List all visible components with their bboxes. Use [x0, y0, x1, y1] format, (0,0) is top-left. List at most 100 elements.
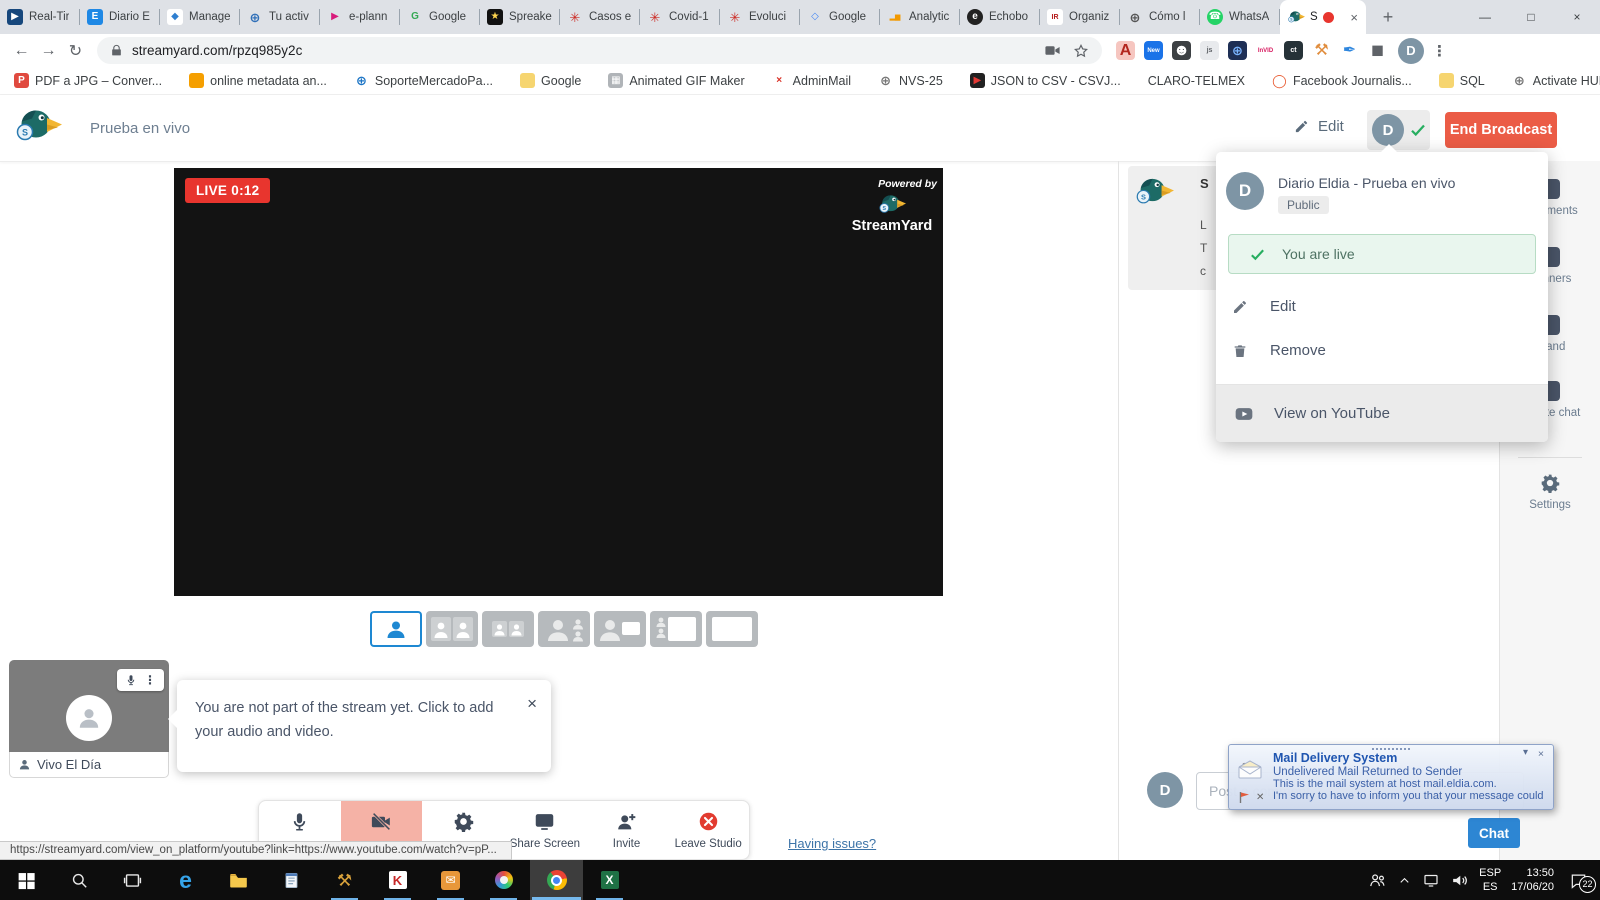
tooltip-close-icon[interactable]: × — [527, 690, 537, 718]
layout-two-small-button[interactable] — [482, 611, 534, 647]
layout-two-up-button[interactable] — [426, 611, 478, 647]
taskbar-tools-icon[interactable]: ⚒ — [318, 860, 371, 900]
sidebar-item-settings[interactable]: Settings — [1500, 473, 1600, 512]
minimize-button[interactable]: — — [1462, 0, 1508, 34]
taskbar-outlook-icon[interactable]: ✉ — [424, 860, 477, 900]
browser-tab[interactable]: ⊕Cómo l — [1120, 0, 1200, 34]
browser-tab[interactable]: GGoogle — [400, 0, 480, 34]
bookmark-star-icon[interactable] — [1073, 43, 1089, 59]
tab-media-camera-icon[interactable] — [1044, 42, 1061, 59]
bookmark-item[interactable]: CLARO-TELMEX — [1148, 74, 1245, 88]
browser-tab[interactable]: EDiario E — [80, 0, 160, 34]
browser-tab[interactable]: ▶Real-Tir — [0, 0, 80, 34]
taskbar-notepad-icon[interactable] — [265, 860, 318, 900]
drag-handle[interactable] — [1372, 748, 1410, 750]
taskbar-excel-icon[interactable]: X — [583, 860, 636, 900]
ct-extension-icon[interactable]: ct — [1284, 41, 1303, 60]
new-badge-extension-icon[interactable]: New — [1144, 41, 1163, 60]
bookmark-item[interactable]: PPDF a JPG – Conver... — [14, 73, 162, 88]
browser-tab[interactable]: ✳Evoluci — [720, 0, 800, 34]
puzzle-extension-icon[interactable]: ◼ — [1368, 41, 1387, 60]
browser-tab-active[interactable]: S S × — [1280, 0, 1366, 34]
browser-tab[interactable]: ⊕Tu activ — [240, 0, 320, 34]
js-tool-extension-icon[interactable]: js — [1200, 41, 1219, 60]
layout-solo-button[interactable] — [370, 611, 422, 647]
bookmark-item[interactable]: ▶JSON to CSV - CSVJ... — [970, 73, 1121, 88]
mail-notification-popup[interactable]: Mail Delivery System Undelivered Mail Re… — [1228, 744, 1554, 810]
browser-tab[interactable]: ✳Casos e — [560, 0, 640, 34]
leave-studio-button[interactable]: Leave Studio — [667, 801, 749, 859]
dropdown-view-on-youtube-item[interactable]: View on YouTube — [1216, 385, 1548, 442]
browser-tab[interactable]: ✳Covid-1 — [640, 0, 720, 34]
bookmark-item[interactable]: ⊕SoporteMercadoPa... — [354, 73, 493, 88]
reload-button[interactable]: ↻ — [62, 41, 89, 61]
layout-full-button[interactable] — [706, 611, 758, 647]
close-button[interactable]: × — [1554, 0, 1600, 34]
hammer-extension-icon[interactable]: ⚒ — [1312, 41, 1331, 60]
chat-send-button[interactable]: Chat — [1468, 818, 1520, 848]
browser-tab[interactable]: ◆Manage — [160, 0, 240, 34]
bookmark-item[interactable]: ⊕Activate HUD — [1512, 73, 1600, 88]
taskbar-task-view-icon[interactable] — [106, 860, 159, 900]
layout-speaker-pip-button[interactable] — [594, 611, 646, 647]
adobe-pdf-extension-icon[interactable]: A — [1116, 41, 1135, 60]
bookmark-item[interactable]: ⊕NVS-25 — [878, 73, 943, 88]
end-broadcast-button[interactable]: End Broadcast — [1445, 112, 1557, 148]
layout-strip-left-button[interactable] — [650, 611, 702, 647]
destination-status-button[interactable]: D — [1367, 110, 1430, 150]
bookmark-item[interactable]: SQL — [1439, 73, 1485, 88]
browser-tab[interactable]: eEchobo — [960, 0, 1040, 34]
taskbar-search-icon[interactable] — [53, 860, 106, 900]
bookmark-item[interactable]: ×AdminMail — [772, 73, 851, 88]
browser-tab[interactable]: IROrganiz — [1040, 0, 1120, 34]
bookmark-item[interactable]: ◯Facebook Journalis... — [1272, 73, 1412, 88]
feather-extension-icon[interactable]: ✒ — [1340, 41, 1359, 60]
invid-extension-icon[interactable]: InVID — [1256, 41, 1275, 60]
browser-tab[interactable]: ★Spreake — [480, 0, 560, 34]
dropdown-edit-item[interactable]: Edit — [1232, 298, 1296, 315]
taskbar-edge-icon[interactable]: e — [159, 860, 212, 900]
new-tab-button[interactable]: + — [1374, 3, 1402, 31]
maximize-button[interactable]: □ — [1508, 0, 1554, 34]
action-center-icon[interactable]: 22 — [1569, 872, 1588, 889]
browser-tab[interactable]: ◇Google — [800, 0, 880, 34]
share-screen-button[interactable]: Share Screen — [504, 801, 586, 859]
invite-button[interactable]: Invite — [586, 801, 668, 859]
taskbar-chrome-icon[interactable] — [530, 860, 583, 900]
participant-video-thumbnail[interactable]: ⋮ — [9, 660, 169, 752]
crosshair-extension-icon[interactable]: ⊕ — [1228, 41, 1247, 60]
browser-tab[interactable]: ☎WhatsA — [1200, 0, 1280, 34]
mail-sender[interactable]: Mail Delivery System — [1273, 751, 1397, 765]
browser-tab[interactable]: ▶e-plann — [320, 0, 400, 34]
forward-button[interactable]: → — [35, 42, 62, 60]
flag-icon[interactable] — [1239, 791, 1250, 804]
network-icon[interactable] — [1422, 871, 1440, 889]
volume-icon[interactable] — [1450, 871, 1469, 890]
tab-close-icon[interactable]: × — [1350, 10, 1358, 25]
participant-menu-icon[interactable]: ⋮ — [144, 673, 156, 687]
bookmark-item[interactable]: ▦Animated GIF Maker — [608, 73, 744, 88]
back-button[interactable]: ← — [8, 42, 35, 60]
taskbar-file-explorer-icon[interactable] — [212, 860, 265, 900]
omnibox[interactable]: streamyard.com/rpzq985y2c — [97, 37, 1102, 64]
browser-tab[interactable]: ▂▆Analytic — [880, 0, 960, 34]
people-icon[interactable] — [1368, 871, 1387, 890]
bookmark-item[interactable]: Google — [520, 73, 581, 88]
clock[interactable]: 13:50 17/06/20 — [1511, 866, 1554, 895]
popup-close-icon[interactable]: × — [1538, 748, 1544, 760]
taskbar-k-editor-icon[interactable]: K — [371, 860, 424, 900]
incognito-extension-icon[interactable]: ☻ — [1172, 41, 1191, 60]
layout-speaker-side-button[interactable] — [538, 611, 590, 647]
browser-menu-icon[interactable]: ⋮ — [1432, 42, 1447, 60]
taskbar-start-icon[interactable] — [0, 860, 53, 900]
taskbar-paint-icon[interactable] — [477, 860, 530, 900]
having-issues-link[interactable]: Having issues? — [788, 836, 876, 851]
tray-expand-chevron-icon[interactable] — [1397, 873, 1412, 888]
edit-broadcast-button[interactable]: Edit — [1294, 118, 1344, 135]
profile-avatar[interactable]: D — [1398, 38, 1424, 64]
language-indicator[interactable]: ESP ES — [1479, 866, 1501, 895]
dropdown-remove-item[interactable]: Remove — [1232, 342, 1326, 359]
bookmark-item[interactable]: online metadata an... — [189, 73, 327, 88]
delete-icon[interactable]: ✕ — [1256, 792, 1264, 803]
options-chevron-icon[interactable]: ▾ — [1523, 747, 1528, 758]
